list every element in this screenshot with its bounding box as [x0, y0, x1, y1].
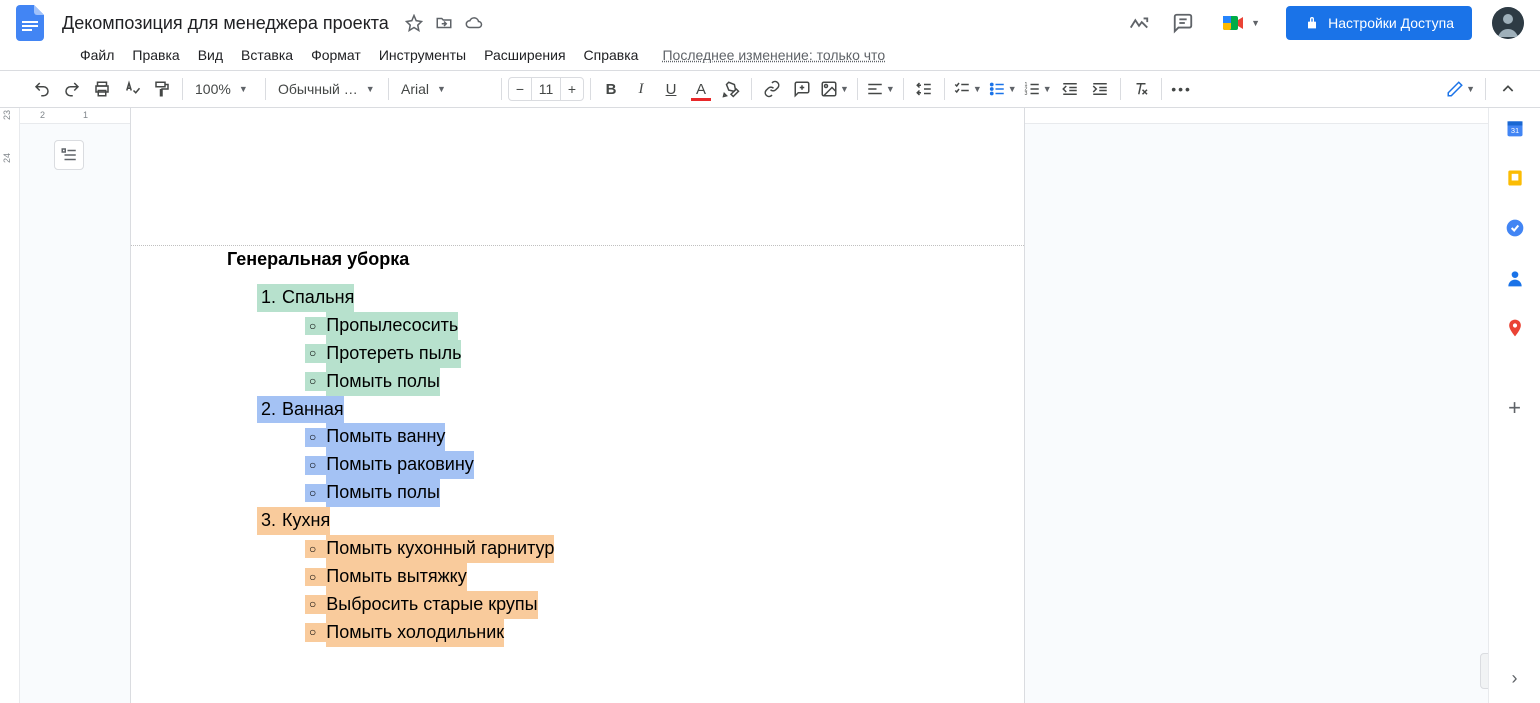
share-button-label: Настройки Доступа — [1328, 15, 1454, 31]
insert-image-button[interactable]: ▼ — [818, 75, 851, 103]
menu-edit[interactable]: Правка — [124, 43, 187, 67]
font-size-value[interactable]: 11 — [531, 78, 561, 100]
list-item-bulleted[interactable]: ○ Помыть полы — [227, 479, 928, 507]
add-comment-button[interactable] — [788, 75, 816, 103]
chevron-down-icon: ▼ — [886, 84, 895, 94]
chevron-down-icon: ▼ — [366, 84, 375, 94]
line-spacing-button[interactable] — [910, 75, 938, 103]
toolbar: 100%▼ Обычный …▼ Arial▼ − 11 + B I U A ▼… — [0, 70, 1540, 108]
chevron-down-icon: ▼ — [840, 84, 849, 94]
side-panel: 31 + › — [1488, 108, 1540, 703]
numbered-list-button[interactable]: 123▼ — [1021, 75, 1054, 103]
paint-format-button[interactable] — [148, 75, 176, 103]
chevron-down-icon: ▼ — [1043, 84, 1052, 94]
font-select[interactable]: Arial▼ — [395, 75, 495, 103]
chevron-down-icon: ▼ — [239, 84, 248, 94]
list-item-bulleted[interactable]: ○ Протереть пыль — [227, 340, 928, 368]
comments-icon[interactable] — [1171, 11, 1195, 35]
align-button[interactable]: ▼ — [864, 75, 897, 103]
spellcheck-button[interactable] — [118, 75, 146, 103]
chevron-down-icon: ▼ — [437, 84, 446, 94]
share-button[interactable]: Настройки Доступа — [1286, 6, 1472, 40]
maps-icon[interactable] — [1505, 318, 1525, 338]
editing-mode-button[interactable]: ▼ — [1444, 75, 1477, 103]
list-item-numbered[interactable]: 1. Спальня — [227, 284, 928, 312]
star-icon[interactable] — [405, 14, 423, 32]
font-size-increase[interactable]: + — [561, 81, 583, 97]
outline-toggle-button[interactable] — [54, 140, 84, 170]
document-page[interactable]: Генеральная уборка 1. Спальня○ Пропылесо… — [130, 108, 1025, 703]
italic-button[interactable]: I — [627, 75, 655, 103]
meet-button[interactable]: ▼ — [1215, 9, 1266, 37]
list-item-bulleted[interactable]: ○ Помыть холодильник — [227, 619, 928, 647]
collapse-sidepanel-button[interactable]: › — [1512, 668, 1518, 689]
list-item-bulleted[interactable]: ○ Выбросить старые крупы — [227, 591, 928, 619]
menu-tools[interactable]: Инструменты — [371, 43, 474, 67]
paragraph-style-select[interactable]: Обычный …▼ — [272, 75, 382, 103]
list-item-bulleted[interactable]: ○ Помыть раковину — [227, 451, 928, 479]
text-color-button[interactable]: A — [687, 75, 715, 103]
menu-view[interactable]: Вид — [190, 43, 231, 67]
list-item-bulleted[interactable]: ○ Помыть ванну — [227, 423, 928, 451]
menu-format[interactable]: Формат — [303, 43, 369, 67]
document-title[interactable]: Декомпозиция для менеджера проекта — [56, 11, 395, 36]
chevron-down-icon: ▼ — [1466, 84, 1475, 94]
more-tools-button[interactable]: ••• — [1168, 75, 1196, 103]
bold-button[interactable]: B — [597, 75, 625, 103]
list-item-bulleted[interactable]: ○ Помыть вытяжку — [227, 563, 928, 591]
tasks-icon[interactable] — [1505, 218, 1525, 238]
contacts-icon[interactable] — [1505, 268, 1525, 288]
add-addon-button[interactable]: + — [1505, 398, 1525, 418]
increase-indent-button[interactable] — [1086, 75, 1114, 103]
last-modified[interactable]: Последнее изменение: только что — [662, 47, 885, 63]
move-icon[interactable] — [435, 14, 453, 32]
font-size-control: − 11 + — [508, 77, 584, 101]
zoom-select[interactable]: 100%▼ — [189, 75, 259, 103]
menubar: Файл Правка Вид Вставка Формат Инструмен… — [0, 40, 1540, 70]
decrease-indent-button[interactable] — [1056, 75, 1084, 103]
calendar-icon[interactable]: 31 — [1505, 118, 1525, 138]
svg-text:31: 31 — [1510, 126, 1518, 135]
keep-icon[interactable] — [1505, 168, 1525, 188]
page-margin-guide — [131, 245, 1024, 246]
list-item-bulleted[interactable]: ○ Пропылесосить — [227, 312, 928, 340]
font-size-decrease[interactable]: − — [509, 81, 531, 97]
cloud-status-icon[interactable] — [465, 14, 483, 32]
vertical-ruler: 2324 — [0, 108, 20, 703]
print-button[interactable] — [88, 75, 116, 103]
collapse-toolbar-button[interactable] — [1494, 75, 1522, 103]
redo-button[interactable] — [58, 75, 86, 103]
bulleted-list-button[interactable]: ▼ — [986, 75, 1019, 103]
checklist-button[interactable]: ▼ — [951, 75, 984, 103]
chevron-down-icon: ▼ — [1008, 84, 1017, 94]
underline-button[interactable]: U — [657, 75, 685, 103]
menu-file[interactable]: Файл — [72, 43, 122, 67]
avatar[interactable] — [1492, 7, 1524, 39]
svg-text:3: 3 — [1024, 91, 1027, 97]
chevron-down-icon: ▼ — [973, 84, 982, 94]
undo-button[interactable] — [28, 75, 56, 103]
list-item-bulleted[interactable]: ○ Помыть кухонный гарнитур — [227, 535, 928, 563]
insert-link-button[interactable] — [758, 75, 786, 103]
list-item-bulleted[interactable]: ○ Помыть полы — [227, 368, 928, 396]
list-item-numbered[interactable]: 2. Ванная — [227, 396, 928, 424]
docs-logo[interactable] — [12, 5, 48, 41]
menu-help[interactable]: Справка — [576, 43, 647, 67]
chevron-down-icon: ▼ — [1251, 18, 1260, 28]
activity-icon[interactable] — [1127, 11, 1151, 35]
document-heading[interactable]: Генеральная уборка — [227, 249, 928, 270]
menu-extensions[interactable]: Расширения — [476, 43, 573, 67]
clear-formatting-button[interactable] — [1127, 75, 1155, 103]
highlight-color-button[interactable] — [717, 75, 745, 103]
menu-insert[interactable]: Вставка — [233, 43, 301, 67]
list-item-numbered[interactable]: 3. Кухня — [227, 507, 928, 535]
